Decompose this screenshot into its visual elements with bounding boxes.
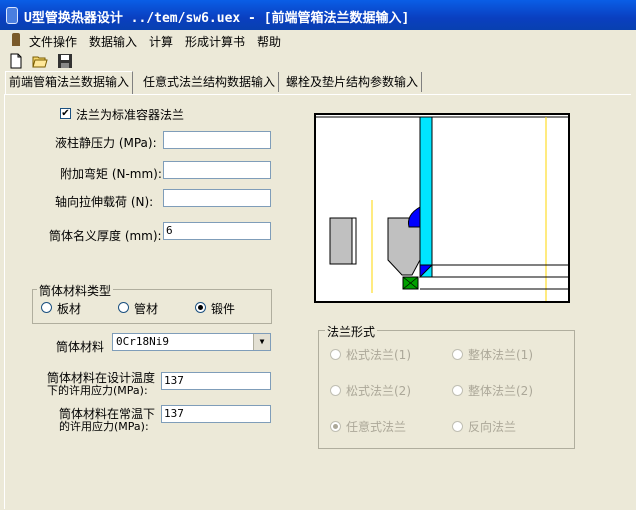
open-folder-icon[interactable] [32,53,48,69]
material-select-value: 0Cr18Ni9 [116,335,169,348]
radio-loose-flange-1-label: 松式法兰(1) [346,348,411,362]
tab-strip: 前端管箱法兰数据输入 任意式法兰结构数据输入 螺栓及垫片结构参数输入 [0,71,636,94]
material-select[interactable]: 0Cr18Ni9 ▼ [112,333,271,351]
radio-integral-flange-2[interactable] [452,385,463,396]
new-file-icon[interactable] [8,53,24,69]
axial-input[interactable] [163,189,271,207]
app-icon [6,7,18,24]
flange-diagram [314,113,570,303]
radio-any-flange-label: 任意式法兰 [346,420,407,434]
std-flange-checkbox[interactable]: ✔ [60,108,71,119]
flange-drawing [316,116,568,301]
radio-integral-flange-2-label: 整体法兰(2) [468,384,533,398]
menu-help[interactable]: 帮助 [257,33,281,50]
radio-any-flange[interactable] [330,421,341,432]
material-type-legend: 筒体材料类型 [37,282,114,299]
radio-forging[interactable] [195,302,206,313]
room-stress-label-2: 的许用应力(MPa): [59,420,149,433]
title-bar: U型管换热器设计 ../tem/sw6.uex - [前端管箱法兰数据输入] [0,0,636,30]
axial-label: 轴向拉伸载荷 (N): [55,195,154,209]
radio-integral-flange-1-label: 整体法兰(1) [468,348,533,362]
tab-front-flange[interactable]: 前端管箱法兰数据输入 [5,71,134,94]
radio-plate-label: 板材 [57,302,82,316]
menu-file[interactable]: 文件操作 [29,33,77,50]
tab-bolt-gasket[interactable]: 螺栓及垫片结构参数输入 [283,72,423,92]
radio-loose-flange-2-label: 松式法兰(2) [346,384,411,398]
radio-pipe-label: 管材 [134,302,159,316]
pressure-input[interactable] [163,131,271,149]
material-label: 筒体材料 [56,340,105,354]
chevron-down-icon[interactable]: ▼ [253,334,270,350]
design-stress-input[interactable]: 137 [161,372,271,390]
menu-bar: 文件操作 数据输入 计算 形成计算书 帮助 [0,30,636,50]
window-title: U型管换热器设计 ../tem/sw6.uex - [前端管箱法兰数据输入] [24,11,410,26]
radio-plate[interactable] [41,302,52,313]
std-flange-label: 法兰为标准容器法兰 [76,108,185,122]
radio-loose-flange-2[interactable] [330,385,341,396]
menu-data-input[interactable]: 数据输入 [89,33,137,50]
moment-label: 附加弯矩 (N-mm): [60,167,162,181]
menu-report[interactable]: 形成计算书 [185,33,245,50]
radio-reverse-flange-label: 反向法兰 [468,420,517,434]
design-stress-label-2: 下的许用应力(MPa): [47,384,148,397]
toolbar [0,50,636,72]
radio-loose-flange-1[interactable] [330,349,341,360]
pressure-label: 液柱静压力 (MPa): [55,136,157,150]
moment-input[interactable] [163,161,271,179]
radio-integral-flange-1[interactable] [452,349,463,360]
thickness-input[interactable]: 6 [163,222,271,240]
menu-calculate[interactable]: 计算 [149,33,173,50]
room-stress-input[interactable]: 137 [161,405,271,423]
flange-form-legend: 法兰形式 [325,323,378,340]
menu-doc-icon[interactable] [12,33,20,46]
thickness-label: 筒体名义厚度 (mm): [49,229,162,243]
radio-forging-label: 锻件 [211,302,236,316]
radio-reverse-flange[interactable] [452,421,463,432]
save-disk-icon[interactable] [57,53,73,69]
tab-custom-flange[interactable]: 任意式法兰结构数据输入 [140,72,280,92]
radio-pipe[interactable] [118,302,129,313]
